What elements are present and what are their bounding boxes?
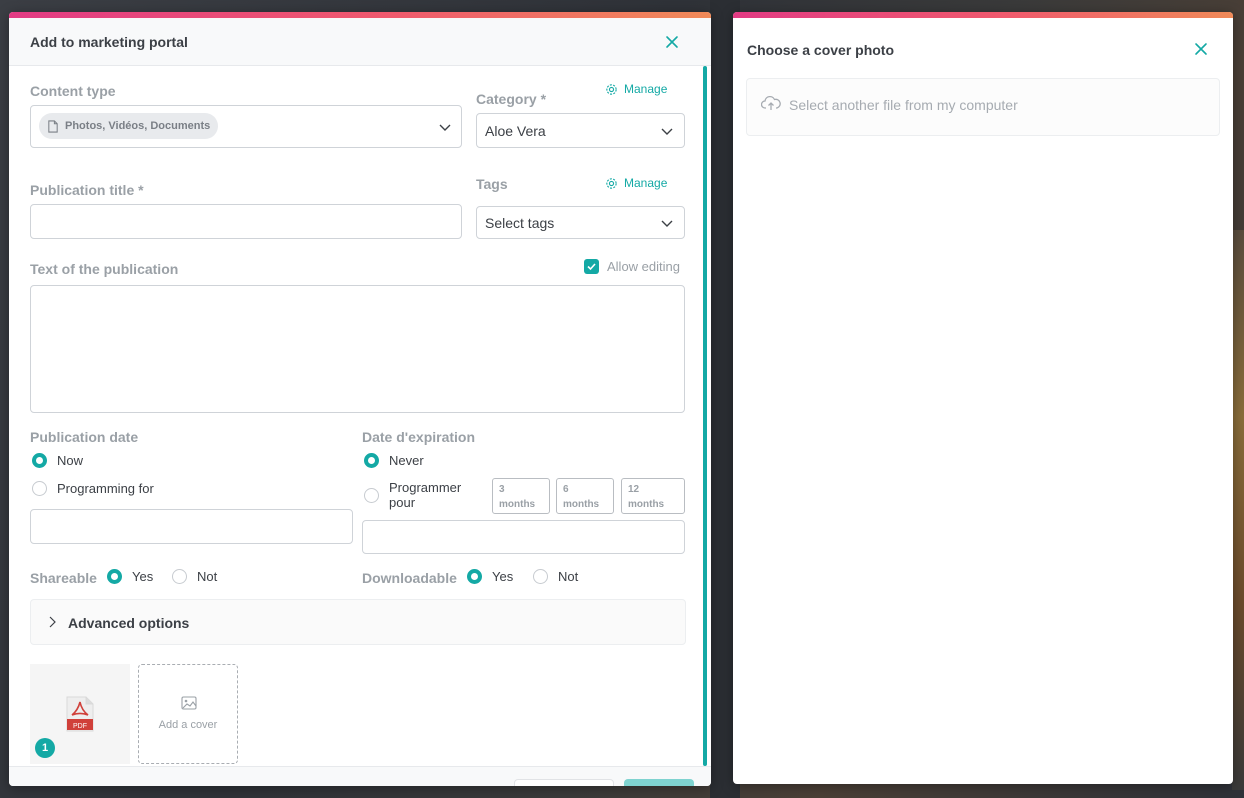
content-type-label: Content type (30, 83, 116, 99)
radio-selected (32, 453, 47, 468)
preset-unit: months (499, 499, 536, 510)
category-manage-link[interactable]: Manage (605, 82, 667, 96)
publication-date-input[interactable] (30, 509, 353, 544)
content-type-select[interactable]: Photos, Vidéos, Documents (30, 105, 462, 148)
submit-button[interactable] (624, 779, 694, 786)
modal-header: Add to marketing portal (9, 18, 711, 66)
expiration-date-input[interactable] (362, 520, 685, 554)
gear-icon (606, 177, 617, 189)
downloadable-no-radio[interactable]: Not (533, 569, 578, 584)
gear-icon (606, 83, 617, 95)
upload-file-label: Select another file from my computer (789, 97, 1018, 113)
close-icon[interactable] (1193, 41, 1209, 57)
category-select[interactable]: Aloe Vera (476, 113, 685, 148)
preset-number: 6 (563, 484, 569, 495)
expiration-program-label: Programmer pour (389, 480, 462, 510)
document-icon (48, 119, 58, 133)
tags-label: Tags (476, 176, 508, 192)
tags-placeholder: Select tags (485, 215, 555, 231)
preset-unit: months (628, 499, 665, 510)
radio-selected (107, 569, 122, 584)
expiration-program-radio[interactable]: Programmer pour (364, 480, 469, 510)
expiration-date-label: Date d'expiration (362, 429, 476, 445)
radio-unselected (172, 569, 187, 584)
publication-now-label: Now (57, 453, 84, 468)
category-label: Category * (476, 91, 547, 107)
preset-unit: months (563, 499, 600, 510)
modal-footer (9, 766, 711, 786)
chevron-down-icon (660, 216, 674, 230)
content-type-chip-label: Photos, Vidéos, Documents (65, 120, 211, 132)
file-count-badge: 1 (35, 738, 55, 758)
add-cover-label: Add a cover (158, 719, 218, 731)
expiration-never-label: Never (389, 453, 424, 468)
downloadable-yes-label: Yes (492, 569, 514, 584)
publication-text-area[interactable] (30, 285, 685, 413)
advanced-options-label: Advanced options (68, 615, 190, 631)
radio-selected (467, 569, 482, 584)
shareable-yes-label: Yes (132, 569, 154, 584)
tags-manage-label: Manage (624, 176, 668, 190)
advanced-options-toggle[interactable]: Advanced options (30, 599, 686, 645)
allow-editing-label: Allow editing (607, 259, 680, 274)
preset-6-months-button[interactable]: 6 months (556, 478, 614, 514)
pdf-type-label: PDF (73, 723, 87, 730)
publication-title-label: Publication title * (30, 182, 144, 198)
expiration-never-radio[interactable]: Never (364, 453, 424, 468)
scrollbar[interactable] (703, 66, 707, 766)
checkbox-checked (584, 259, 599, 274)
publication-programming-radio[interactable]: Programming for (32, 481, 154, 496)
cancel-button[interactable] (514, 779, 614, 786)
preset-3-months-button[interactable]: 3 months (492, 478, 550, 514)
panel-title: Choose a cover photo (747, 42, 895, 58)
preset-number: 3 (499, 484, 505, 495)
radio-selected (364, 453, 379, 468)
publication-programming-label: Programming for (57, 481, 154, 496)
tags-select[interactable]: Select tags (476, 206, 685, 239)
cover-photo-panel: Choose a cover photo Select another file… (733, 12, 1233, 784)
cloud-upload-icon (761, 95, 781, 110)
backdrop-image-strip (1232, 230, 1244, 790)
downloadable-no-label: Not (558, 569, 579, 584)
add-to-portal-modal: Add to marketing portal Content type Pho… (9, 12, 711, 786)
shareable-label: Shareable (30, 570, 97, 586)
publication-now-radio[interactable]: Now (32, 453, 83, 468)
panel-accent-bar (733, 12, 1233, 18)
image-icon (181, 696, 197, 710)
pdf-file-icon: PDF (66, 696, 94, 732)
allow-editing-checkbox[interactable]: Allow editing (584, 259, 680, 274)
content-type-chip: Photos, Vidéos, Documents (39, 113, 219, 139)
radio-unselected (533, 569, 548, 584)
tags-manage-link[interactable]: Manage (605, 176, 667, 190)
downloadable-label: Downloadable (362, 570, 457, 586)
category-value: Aloe Vera (485, 123, 546, 139)
check-icon (587, 263, 596, 271)
close-icon[interactable] (664, 34, 680, 50)
preset-12-months-button[interactable]: 12 months (621, 478, 685, 514)
radio-unselected (364, 488, 379, 503)
chevron-down-icon (438, 120, 452, 134)
upload-file-button[interactable]: Select another file from my computer (746, 78, 1220, 136)
category-manage-label: Manage (624, 82, 668, 96)
publication-title-input[interactable] (30, 204, 462, 239)
downloadable-yes-radio[interactable]: Yes (467, 569, 513, 584)
publication-text-label: Text of the publication (30, 261, 179, 277)
chevron-right-icon (45, 615, 59, 629)
shareable-yes-radio[interactable]: Yes (107, 569, 153, 584)
chevron-down-icon (660, 124, 674, 138)
radio-unselected (32, 481, 47, 496)
shareable-no-label: Not (197, 569, 218, 584)
add-cover-button[interactable]: Add a cover (138, 664, 238, 764)
shareable-no-radio[interactable]: Not (172, 569, 217, 584)
publication-date-label: Publication date (30, 429, 139, 445)
modal-title: Add to marketing portal (30, 34, 188, 50)
preset-number: 12 (628, 484, 640, 495)
